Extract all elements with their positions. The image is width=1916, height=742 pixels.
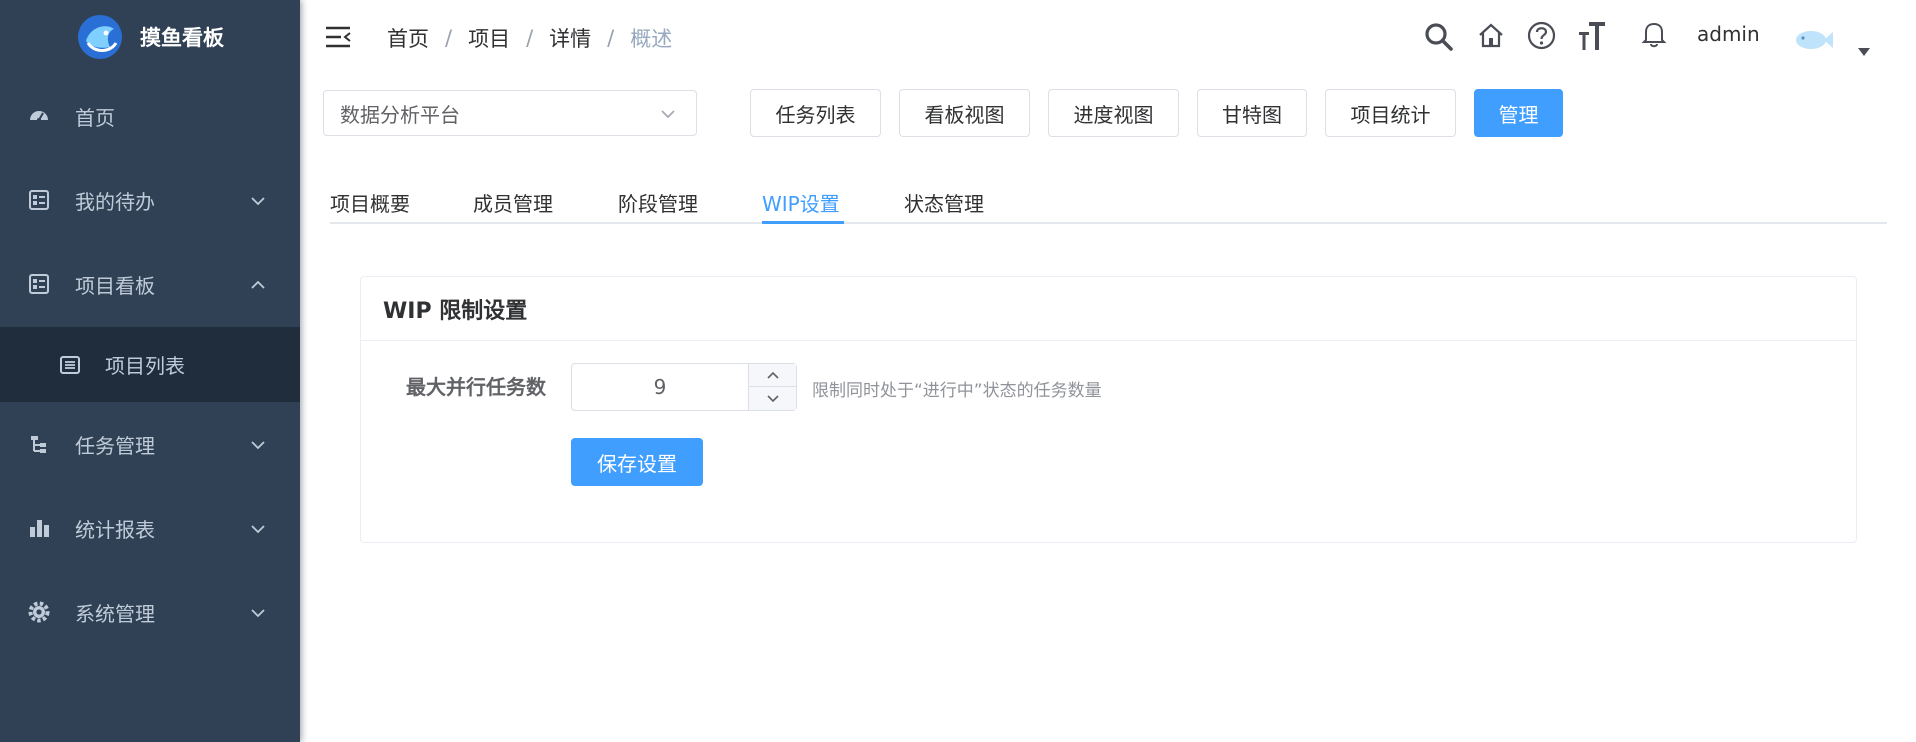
chevron-down-icon — [767, 394, 779, 402]
caret-down-icon[interactable] — [1858, 48, 1870, 56]
chevron-up-icon — [251, 280, 265, 289]
tab-status-management[interactable]: 状态管理 — [904, 182, 984, 222]
gantt-button[interactable]: 甘特图 — [1197, 89, 1307, 137]
breadcrumb-separator: / — [445, 26, 453, 50]
gear-icon — [28, 601, 50, 623]
help-icon[interactable] — [1527, 21, 1556, 50]
tab-project-overview[interactable]: 项目概要 — [330, 182, 410, 222]
sidebar-item-home[interactable]: 首页 — [0, 74, 300, 158]
sidebar-item-label: 首页 — [75, 105, 115, 130]
search-icon[interactable] — [1424, 22, 1454, 52]
tree-icon — [31, 436, 46, 453]
hamburger-icon[interactable] — [324, 24, 352, 50]
max-parallel-input[interactable]: 9 — [572, 364, 748, 410]
sidebar-subitem-label: 项目列表 — [105, 354, 185, 378]
chevron-down-icon — [661, 110, 675, 119]
project-select-value: 数据分析平台 — [340, 102, 460, 127]
stepper-controls — [748, 364, 797, 410]
breadcrumb-separator: / — [526, 26, 534, 50]
project-select[interactable]: 数据分析平台 — [323, 90, 697, 136]
bar-chart-icon — [30, 520, 49, 537]
tab-stage-management[interactable]: 阶段管理 — [618, 182, 698, 222]
save-settings-button[interactable]: 保存设置 — [571, 438, 703, 486]
dashboard-icon — [30, 111, 48, 122]
fish-logo-icon — [78, 15, 122, 59]
chevron-down-icon — [251, 441, 265, 450]
chevron-down-icon — [251, 609, 265, 618]
active-tab-indicator — [762, 221, 844, 224]
breadcrumb-item-home[interactable]: 首页 — [387, 23, 429, 53]
manage-button[interactable]: 管理 — [1474, 89, 1563, 137]
chevron-up-icon — [767, 371, 779, 379]
sidebar: 摸鱼看板 首页 我的待办 项目看板 项目列表 任务管理 统计报表 系统管理 — [0, 0, 300, 742]
chevron-down-icon — [251, 525, 265, 534]
increment-button[interactable] — [749, 364, 797, 387]
breadcrumb-item-project[interactable]: 项目 — [468, 23, 510, 53]
tab-member-management[interactable]: 成员管理 — [473, 182, 553, 222]
sidebar-item-reports[interactable]: 统计报表 — [0, 486, 300, 570]
breadcrumb: 首页 / 项目 / 详情 / 概述 — [387, 22, 672, 54]
decrement-button[interactable] — [749, 387, 797, 410]
sidebar-item-label: 我的待办 — [75, 189, 155, 214]
breadcrumb-separator: / — [607, 26, 615, 50]
max-parallel-hint: 限制同时处于“进行中”状态的任务数量 — [812, 381, 1102, 401]
tab-wip-settings[interactable]: WIP设置 — [762, 182, 840, 222]
username[interactable]: admin — [1697, 22, 1760, 46]
sidebar-item-label: 任务管理 — [75, 433, 155, 458]
kanban-view-button[interactable]: 看板视图 — [899, 89, 1030, 137]
sidebar-subitem-project-list[interactable]: 项目列表 — [0, 327, 300, 402]
max-parallel-label: 最大并行任务数 — [406, 375, 546, 399]
sidebar-item-label: 系统管理 — [75, 601, 155, 626]
list-icon — [60, 356, 80, 374]
app-name: 摸鱼看板 — [140, 26, 224, 50]
home-icon[interactable] — [1477, 22, 1505, 50]
todo-icon — [29, 190, 49, 210]
sidebar-item-tasks[interactable]: 任务管理 — [0, 402, 300, 486]
breadcrumb-item-detail[interactable]: 详情 — [549, 23, 591, 53]
task-list-button[interactable]: 任务列表 — [750, 89, 881, 137]
wip-settings-card: WIP 限制设置 最大并行任务数 9 限制同时处于“进行中”状态的任务数量 保存… — [360, 276, 1857, 543]
card-title: WIP 限制设置 — [361, 277, 1856, 341]
breadcrumb-item-current: 概述 — [630, 27, 673, 51]
fish-avatar-icon[interactable] — [1794, 26, 1834, 54]
tabs-divider — [330, 222, 1887, 224]
project-stats-button[interactable]: 项目统计 — [1325, 89, 1456, 137]
kanban-icon — [29, 274, 49, 294]
sidebar-item-todo[interactable]: 我的待办 — [0, 158, 300, 242]
app-logo[interactable]: 摸鱼看板 — [0, 0, 300, 74]
sidebar-item-label: 统计报表 — [75, 517, 155, 542]
chevron-down-icon — [251, 197, 265, 206]
max-parallel-stepper[interactable]: 9 — [571, 363, 797, 411]
font-size-icon[interactable] — [1577, 20, 1607, 52]
progress-view-button[interactable]: 进度视图 — [1048, 89, 1179, 137]
sidebar-item-label: 项目看板 — [75, 273, 155, 298]
bell-icon[interactable] — [1641, 20, 1667, 48]
sidebar-item-system[interactable]: 系统管理 — [0, 570, 300, 654]
sidebar-item-kanban[interactable]: 项目看板 — [0, 242, 300, 326]
